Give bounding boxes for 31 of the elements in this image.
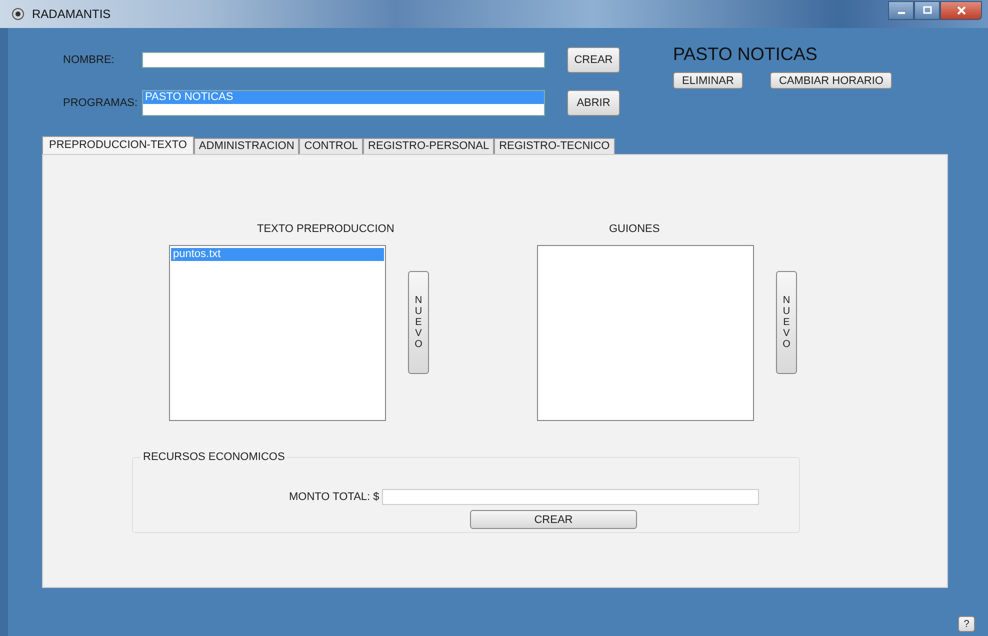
open-button[interactable]: ABRIR [567, 90, 620, 116]
amount-field[interactable] [382, 489, 760, 505]
program-button[interactable]: CAMBIAR HORARIO [770, 72, 892, 89]
minimize-button[interactable] [888, 0, 914, 20]
amount-label: MONTO TOTAL: $ [289, 491, 380, 503]
app-icon [12, 8, 24, 20]
close-button[interactable] [940, 0, 982, 20]
tab[interactable]: REGISTRO-PERSONAL [363, 138, 494, 154]
programs-label: PROGRAMAS: [63, 97, 139, 109]
list-title: GUIONES [609, 223, 661, 236]
program-title: PASTO NOTICAS [673, 44, 818, 65]
tab[interactable]: PREPRODUCCION-TEXTO [42, 136, 194, 154]
tab[interactable]: REGISTRO-TECNICO [494, 138, 615, 154]
help-button[interactable]: ? [958, 616, 975, 632]
program-button[interactable]: ELIMINAR [673, 72, 743, 89]
list-title: TEXTO PREPRODUCCION [257, 223, 396, 236]
new-button[interactable]: NUEVO [408, 271, 429, 374]
window-title: RADAMANTIS [32, 7, 111, 21]
create-button[interactable]: CREAR [567, 47, 620, 73]
maximize-button[interactable] [914, 0, 940, 20]
maximize-icon [922, 6, 932, 14]
tab[interactable]: ADMINISTRACION [194, 138, 300, 154]
name-field[interactable] [142, 52, 545, 68]
tab[interactable]: CONTROL [299, 138, 364, 154]
name-label: NOMBRE: [63, 54, 116, 66]
close-icon [956, 6, 966, 14]
new-button[interactable]: NUEVO [776, 271, 797, 374]
minimize-icon [898, 12, 904, 14]
group-title: RECURSOS ECONOMICOS [141, 451, 287, 463]
create-button[interactable]: CREAR [470, 510, 637, 529]
file-list[interactable] [537, 245, 754, 421]
